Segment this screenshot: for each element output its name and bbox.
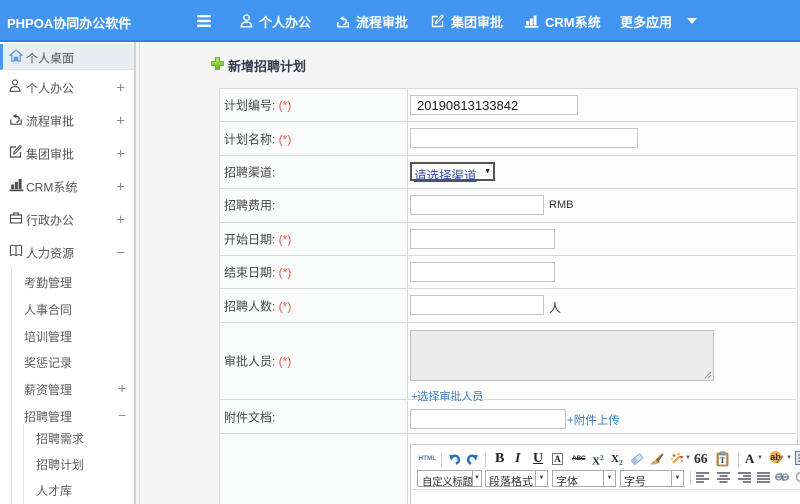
svg-text:T: T <box>720 455 726 465</box>
